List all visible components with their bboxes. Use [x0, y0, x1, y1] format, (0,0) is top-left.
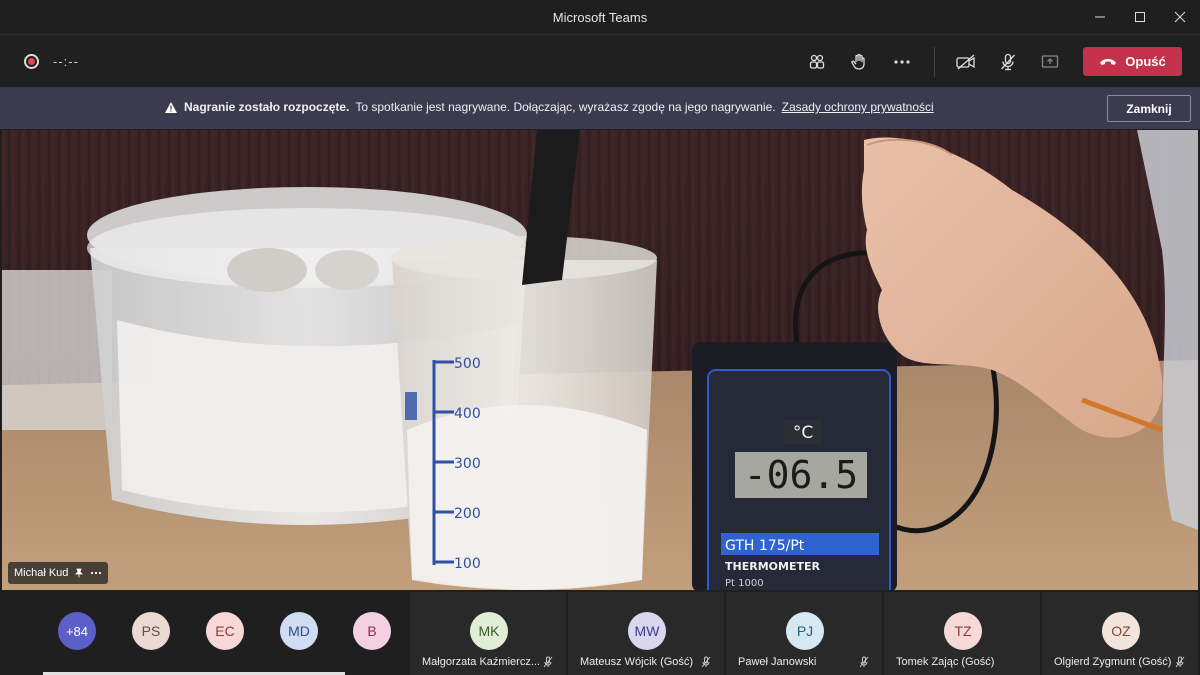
more-icon — [894, 60, 910, 64]
camera-toggle-button[interactable] — [952, 48, 980, 76]
mic-off-icon — [701, 656, 711, 668]
thermometer-model: GTH 175/Pt — [725, 538, 805, 554]
banner-text: To spotkanie jest nagrywane. Dołączając,… — [355, 100, 776, 114]
participant-tile[interactable]: MW Mateusz Wójcik (Gość) — [568, 592, 724, 675]
mic-off-icon — [1001, 53, 1015, 71]
thermometer-sub: Pt 1000 — [725, 578, 764, 589]
avatar[interactable]: EC — [206, 612, 244, 650]
participant-tile[interactable]: PJ Paweł Janowski — [726, 592, 882, 675]
share-screen-button[interactable] — [1036, 48, 1064, 76]
share-icon — [1041, 55, 1059, 68]
meeting-timer: --:-- — [53, 54, 79, 69]
presenter-name-tag: Michał Kud — [8, 562, 109, 584]
avatar[interactable]: MD — [280, 612, 318, 650]
banner-title: Nagranie zostało rozpoczęte. — [184, 100, 350, 114]
thermometer-unit: °C — [793, 423, 813, 443]
avatar: PJ — [786, 612, 824, 650]
beaker-mark-200: 200 — [454, 506, 481, 522]
window-title: Microsoft Teams — [552, 9, 648, 25]
beaker-mark-500: 500 — [454, 356, 481, 372]
more-options-icon[interactable] — [90, 571, 102, 575]
recording-banner: Nagranie zostało rozpoczęte. To spotkani… — [0, 87, 1200, 129]
mic-off-icon — [859, 656, 869, 668]
privacy-policy-link[interactable]: Zasady ochrony prywatności — [782, 100, 934, 114]
hang-up-icon — [1100, 58, 1117, 65]
participant-name: Małgorzata Kaźmiercz... — [422, 656, 540, 668]
participant-name: Tomek Zając (Gość) — [896, 656, 995, 668]
camera-off-icon — [956, 54, 975, 70]
close-window-button[interactable] — [1160, 0, 1200, 34]
participants-strip: +84 PS EC MD B MK Małgorzata Kaźmiercz..… — [0, 592, 1200, 675]
maximize-icon — [1135, 12, 1145, 22]
raise-hand-button[interactable] — [845, 48, 873, 76]
participant-tile[interactable]: TZ Tomek Zając (Gość) — [884, 592, 1040, 675]
overflow-participants-avatar[interactable]: +84 — [58, 612, 96, 650]
thermometer-reading: -06.5 — [744, 453, 858, 497]
beaker-mark-100: 100 — [454, 556, 481, 572]
avatar[interactable]: PS — [132, 612, 170, 650]
presenter-name: Michał Kud — [14, 567, 69, 579]
participant-tile[interactable]: OZ Olgierd Zygmunt (Gość) — [1042, 592, 1198, 675]
hand-icon — [851, 53, 865, 70]
leave-label: Opuść — [1125, 54, 1166, 69]
maximize-button[interactable] — [1120, 0, 1160, 34]
beaker-mark-400: 400 — [454, 406, 481, 422]
avatar[interactable]: B — [353, 612, 391, 650]
close-banner-button[interactable]: Zamknij — [1107, 95, 1191, 122]
participant-tile[interactable]: MK Małgorzata Kaźmiercz... — [410, 592, 566, 675]
recording-icon — [24, 54, 39, 69]
mic-toggle-button[interactable] — [994, 48, 1022, 76]
warning-icon — [165, 101, 177, 113]
pin-icon — [75, 568, 84, 578]
more-actions-button[interactable] — [888, 48, 916, 76]
toolbar-divider — [934, 47, 935, 77]
window-controls — [1080, 0, 1200, 34]
video-frame: 500 400 300 200 100 °C -06.5 GTH 175/Pt … — [2, 130, 1198, 590]
thermometer-label: THERMOMETER — [725, 560, 820, 573]
title-bar: Microsoft Teams — [0, 0, 1200, 34]
beaker-mark-300: 300 — [454, 456, 481, 472]
minimize-icon — [1095, 16, 1105, 18]
people-icon — [809, 54, 825, 69]
close-icon — [1174, 11, 1186, 23]
participant-name: Paweł Janowski — [738, 656, 817, 668]
mic-off-icon — [543, 656, 553, 668]
avatar: TZ — [944, 612, 982, 650]
participants-button[interactable] — [803, 48, 831, 76]
participant-name: Mateusz Wójcik (Gość) — [580, 656, 694, 668]
leave-button[interactable]: Opuść — [1083, 47, 1182, 76]
meeting-toolbar: --:-- Opuść — [0, 34, 1200, 87]
avatar: MK — [470, 612, 508, 650]
participant-name: Olgierd Zygmunt (Gość) — [1054, 656, 1172, 668]
mic-off-icon — [1175, 656, 1185, 668]
avatar: OZ — [1102, 612, 1140, 650]
minimize-button[interactable] — [1080, 0, 1120, 34]
banner-message: Nagranie zostało rozpoczęte. To spotkani… — [164, 100, 934, 114]
video-feed: 500 400 300 200 100 °C -06.5 GTH 175/Pt … — [2, 130, 1198, 590]
avatar: MW — [628, 612, 666, 650]
